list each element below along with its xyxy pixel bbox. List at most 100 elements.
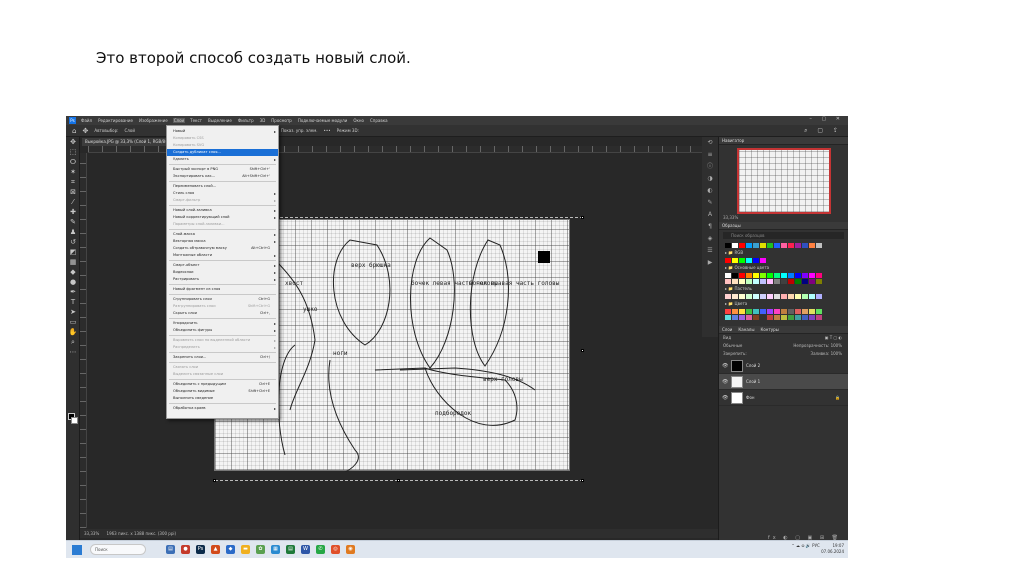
menu-item[interactable]: Стиль слоя ▸: [167, 190, 278, 197]
color-swatch[interactable]: [802, 315, 808, 320]
color-swatch[interactable]: [739, 309, 745, 314]
color-swatch[interactable]: [802, 243, 808, 248]
color-swatch[interactable]: [753, 258, 759, 263]
libraries-icon[interactable]: ☰: [702, 245, 718, 257]
layer-kind-filter[interactable]: Вид: [723, 334, 731, 342]
magic-wand-icon[interactable]: ✶: [66, 167, 80, 177]
menu-item[interactable]: Выполнить сведение: [167, 395, 278, 402]
auto-select-dropdown[interactable]: Слой: [125, 128, 135, 133]
color-swatch[interactable]: [739, 315, 745, 320]
menu-type[interactable]: Текст: [189, 118, 203, 123]
color-swatch[interactable]: [732, 273, 738, 278]
vertical-ruler[interactable]: [80, 153, 87, 528]
blend-mode-select[interactable]: Обычные: [723, 342, 742, 350]
color-swatch[interactable]: [725, 258, 731, 263]
color-swatch[interactable]: [816, 315, 822, 320]
menu-select[interactable]: Выделение: [207, 118, 233, 123]
menu-item[interactable]: Монтажные области ▸: [167, 252, 278, 259]
folder-icon[interactable]: ▬: [241, 545, 250, 554]
color-swatch[interactable]: [739, 258, 745, 263]
color-swatch[interactable]: [795, 273, 801, 278]
transform-handle[interactable]: [397, 479, 400, 482]
move-tool-icon[interactable]: ✥: [82, 127, 88, 135]
layer-row[interactable]: 👁 Слой 1: [719, 374, 848, 390]
path-select-icon[interactable]: ➤: [66, 307, 80, 317]
info-icon[interactable]: ⓘ: [702, 161, 718, 173]
menu-filter[interactable]: Фильтр: [237, 118, 255, 123]
menu-item[interactable]: Объединить с предыдущим Ctrl+E: [167, 381, 278, 388]
color-swatch[interactable]: [732, 258, 738, 263]
chrome-icon[interactable]: ◎: [331, 545, 340, 554]
menu-item[interactable]: Растрировать ▸: [167, 276, 278, 283]
color-swatch[interactable]: [816, 294, 822, 299]
color-swatch[interactable]: [802, 279, 808, 284]
color-swatch[interactable]: [802, 294, 808, 299]
color-swatch[interactable]: [809, 243, 815, 248]
color-swatch[interactable]: [809, 279, 815, 284]
transform-handle[interactable]: [581, 479, 584, 482]
more-options[interactable]: •••: [323, 128, 330, 133]
menu-item[interactable]: Создать обтравочную маску Alt+Ctrl+G: [167, 245, 278, 252]
color-swatch[interactable]: [739, 279, 745, 284]
healing-brush-icon[interactable]: ✚: [66, 207, 80, 217]
visibility-eye-icon[interactable]: 👁: [722, 363, 728, 369]
color-swatch[interactable]: [732, 315, 738, 320]
color-swatch[interactable]: [753, 309, 759, 314]
color-swatch[interactable]: [809, 309, 815, 314]
color-swatch[interactable]: [725, 273, 731, 278]
search-share-icons[interactable]: ⌕ ▢ ⇪: [804, 127, 842, 135]
color-swatch[interactable]: [746, 243, 752, 248]
menu-item[interactable]: Объединить фигуры ▸: [167, 327, 278, 334]
layer-name[interactable]: Слой 2: [746, 363, 760, 368]
menu-item[interactable]: Сгруппировать слои Ctrl+G: [167, 296, 278, 303]
color-swatch[interactable]: [781, 279, 787, 284]
shape-tool-icon[interactable]: ▭: [66, 317, 80, 327]
history-icon[interactable]: ⟲: [702, 137, 718, 149]
color-swatch[interactable]: [732, 243, 738, 248]
color-swatch[interactable]: [809, 273, 815, 278]
color-swatch[interactable]: [795, 243, 801, 248]
color-swatch[interactable]: [788, 309, 794, 314]
menu-view[interactable]: Просмотр: [270, 118, 293, 123]
color-swatch[interactable]: [732, 309, 738, 314]
menu-item[interactable]: Переименовать слой...: [167, 183, 278, 190]
color-swatch[interactable]: [809, 315, 815, 320]
menu-item[interactable]: Удалить ▸: [167, 156, 278, 163]
adjustments-icon[interactable]: ◐: [702, 185, 718, 197]
home-icon[interactable]: ⌂: [72, 127, 76, 135]
stamp-tool-icon[interactable]: ♟: [66, 227, 80, 237]
menu-file[interactable]: Файл: [80, 118, 93, 123]
zoom-level[interactable]: 33,33%: [84, 531, 99, 536]
color-swatch[interactable]: [725, 279, 731, 284]
color-swatch[interactable]: [746, 258, 752, 263]
auto-select-label[interactable]: Автовыбор:: [94, 128, 118, 133]
hand-tool-icon[interactable]: ✋: [66, 327, 80, 337]
color-swatch[interactable]: [781, 243, 787, 248]
layer-filter-icons[interactable]: ▣ T ▢ ◐: [825, 334, 842, 342]
color-swatch[interactable]: [732, 279, 738, 284]
color-swatch[interactable]: [725, 309, 731, 314]
transform-handle[interactable]: [213, 479, 216, 482]
color-swatch[interactable]: [753, 315, 759, 320]
swatch-search-input[interactable]: Поиск образцов: [723, 232, 844, 239]
tab-paths[interactable]: Контуры: [760, 326, 778, 333]
color-swatch[interactable]: [788, 279, 794, 284]
word-icon[interactable]: W: [301, 545, 310, 554]
lasso-tool-icon[interactable]: ⵔ: [66, 157, 80, 167]
color-swatch[interactable]: [774, 309, 780, 314]
color-swatch[interactable]: [739, 273, 745, 278]
color-swatch[interactable]: [816, 279, 822, 284]
background-color-swatch[interactable]: [71, 417, 78, 424]
color-swatch[interactable]: [760, 273, 766, 278]
menu-item[interactable]: Новый слой-заливка ▸: [167, 207, 278, 214]
menu-item[interactable]: Объединить видимые Shift+Ctrl+E: [167, 388, 278, 395]
paragraph-icon[interactable]: ¶: [702, 221, 718, 233]
color-icon[interactable]: ◑: [702, 173, 718, 185]
color-swatch[interactable]: [774, 294, 780, 299]
taskbar-app-icon[interactable]: ●: [181, 545, 190, 554]
taskbar-app-icon[interactable]: ✿: [256, 545, 265, 554]
menu-item-duplicate-layer[interactable]: Создать дубликат слоя...: [167, 149, 278, 156]
opacity-value[interactable]: 100%: [831, 343, 842, 348]
color-swatch[interactable]: [746, 309, 752, 314]
color-swatch[interactable]: [753, 279, 759, 284]
